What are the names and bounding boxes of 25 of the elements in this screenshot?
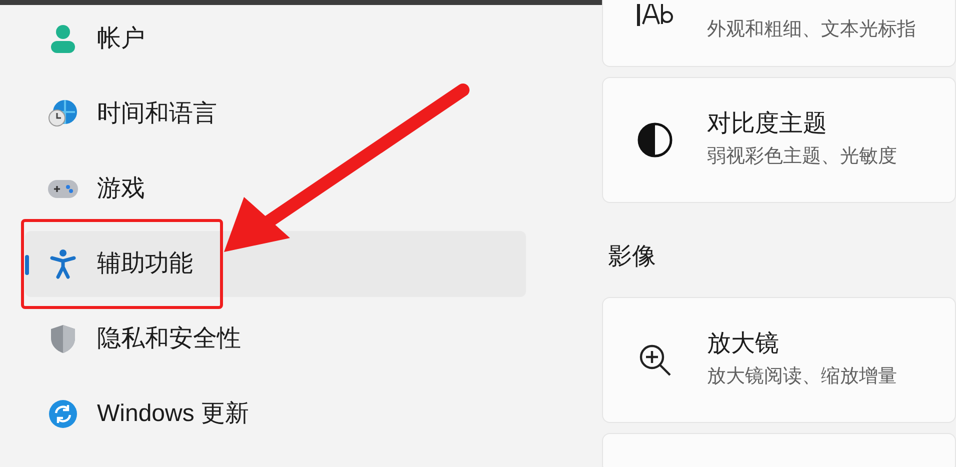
selection-indicator bbox=[25, 255, 29, 275]
settings-card[interactable]: 放大镜 放大镜阅读、缩放增量 bbox=[602, 297, 956, 423]
refresh-icon bbox=[48, 399, 78, 429]
sidebar-item[interactable]: 辅助功能 bbox=[25, 231, 526, 297]
settings-card[interactable]: 对比度主题 弱视彩色主题、光敏度 bbox=[602, 77, 956, 203]
shield-icon bbox=[49, 324, 77, 354]
card-description: 弱视彩色主题、光敏度 bbox=[707, 144, 897, 169]
card-description: 放大镜阅读、缩放增量 bbox=[707, 364, 897, 389]
sidebar-item[interactable]: Windows 更新 bbox=[25, 381, 526, 447]
sidebar-item[interactable]: 游戏 bbox=[25, 156, 526, 222]
card-description: 外观和粗细、文本光标指 bbox=[707, 18, 916, 42]
contrast-icon bbox=[637, 122, 673, 158]
sidebar-item[interactable]: 帐户 bbox=[25, 6, 526, 72]
gamepad-icon bbox=[47, 178, 79, 200]
card-title: 对比度主题 bbox=[707, 108, 828, 139]
sidebar-item[interactable]: 隐私和安全性 bbox=[25, 306, 526, 372]
person-icon bbox=[49, 24, 77, 54]
globe-clock-icon bbox=[47, 99, 79, 129]
zoom-in-icon bbox=[637, 342, 673, 378]
section-heading: 影像 bbox=[607, 242, 657, 272]
settings-card[interactable]: 外观和粗细、文本光标指 bbox=[602, 0, 956, 67]
card-title: 放大镜 bbox=[707, 328, 780, 359]
accessibility-icon bbox=[50, 249, 76, 279]
text-cursor-icon bbox=[635, 4, 675, 28]
sidebar-item[interactable]: 时间和语言 bbox=[25, 81, 526, 147]
